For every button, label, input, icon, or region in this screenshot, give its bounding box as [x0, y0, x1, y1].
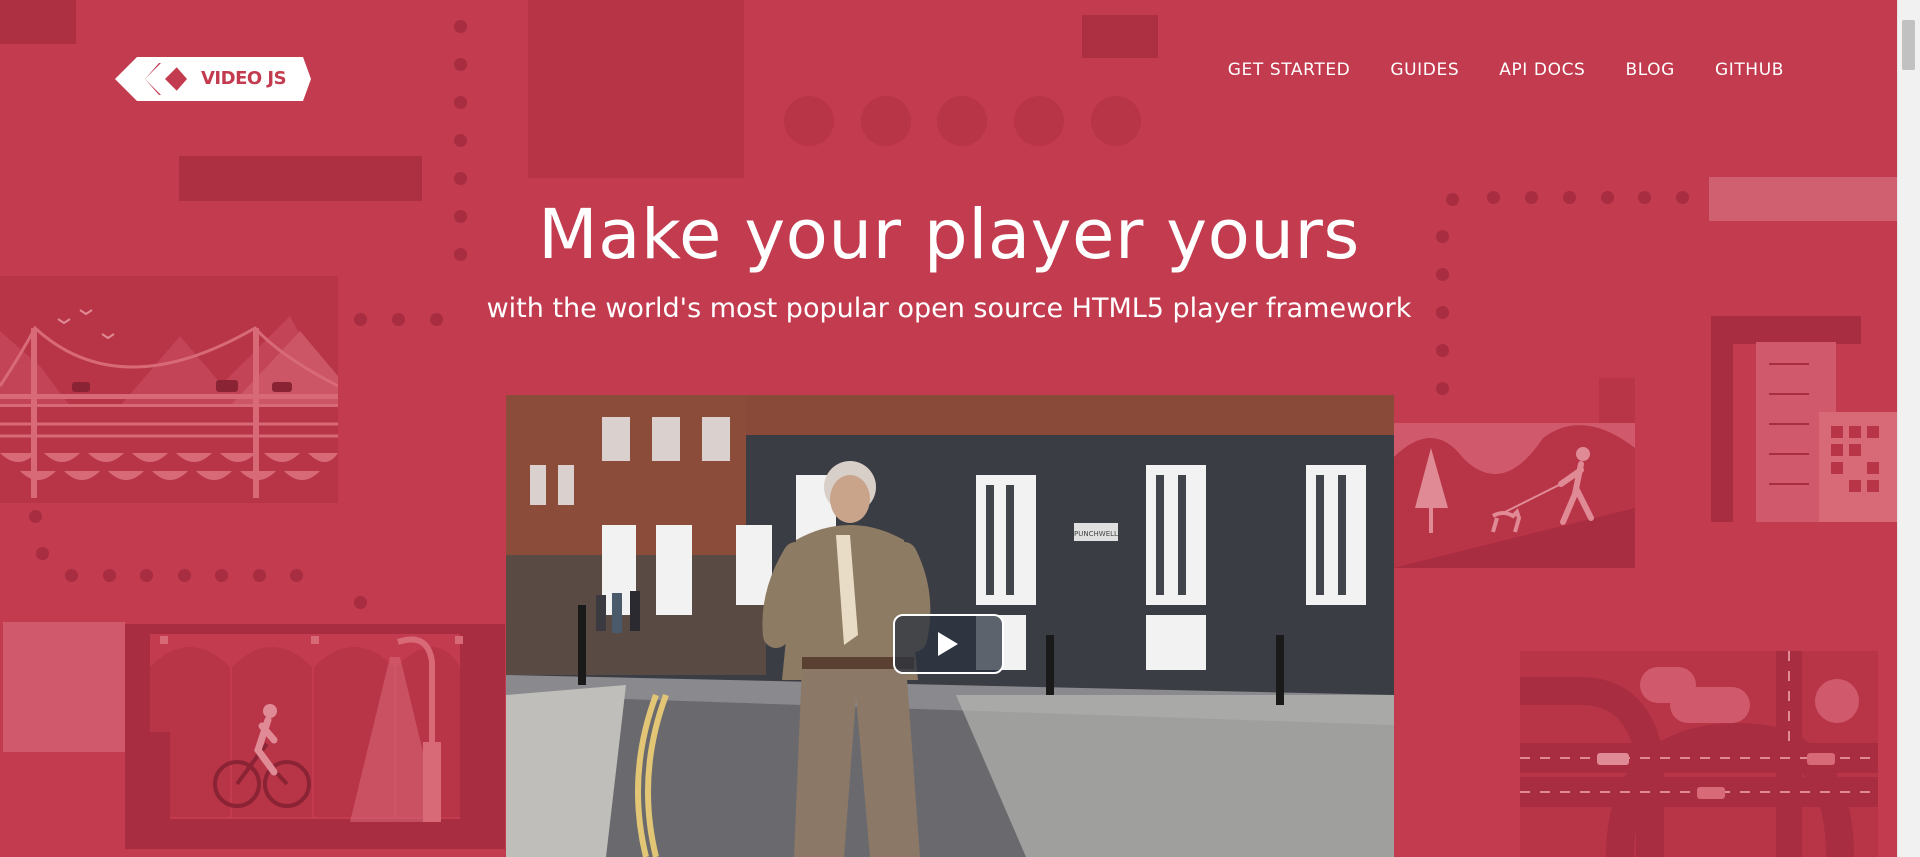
- road-illustration: [1520, 651, 1878, 857]
- nav-api-docs[interactable]: API DOCS: [1499, 60, 1585, 80]
- play-button[interactable]: [893, 614, 1004, 674]
- deco-circle: [1091, 96, 1141, 146]
- nav-get-started[interactable]: GET STARTED: [1228, 60, 1351, 80]
- deco-dot: [454, 172, 467, 185]
- hero-title: Make your player yours: [538, 195, 1360, 275]
- deco-circle: [1014, 96, 1064, 146]
- deco-dot: [454, 20, 467, 33]
- deco-dot: [140, 569, 153, 582]
- deco-dot: [36, 547, 49, 560]
- deco-dot: [290, 569, 303, 582]
- deco-circle: [861, 96, 911, 146]
- nav-github[interactable]: GITHUB: [1715, 60, 1784, 80]
- cyclist-illustration: [3, 622, 505, 849]
- deco-dot: [354, 596, 367, 609]
- deco-circle: [784, 96, 834, 146]
- street-sign: PUNCHWELL: [1074, 530, 1118, 538]
- deco-block: [1082, 15, 1158, 58]
- deco-dot: [454, 134, 467, 147]
- nav-blog[interactable]: BLOG: [1625, 60, 1674, 80]
- hero-subtitle: with the world's most popular open sourc…: [486, 293, 1412, 324]
- building-illustration: [1711, 316, 1898, 522]
- logo-text: VIDEO JS: [201, 68, 287, 89]
- main-nav: GET STARTED GUIDES API DOCS BLOG GITHUB: [1188, 60, 1784, 80]
- deco-block: [528, 0, 744, 178]
- play-icon: [938, 632, 958, 656]
- logo-link[interactable]: VIDEO JS: [115, 57, 311, 101]
- deco-dot: [215, 569, 228, 582]
- deco-dot: [178, 569, 191, 582]
- page: VIDEO JS GET STARTED GUIDES API DOCS BLO…: [0, 0, 1898, 857]
- scrollbar-thumb[interactable]: [1902, 20, 1915, 70]
- nav-guides[interactable]: GUIDES: [1390, 60, 1459, 80]
- deco-dot: [29, 510, 42, 523]
- deco-dot: [454, 58, 467, 71]
- deco-dot: [1436, 344, 1449, 357]
- deco-dot: [253, 569, 266, 582]
- deco-dot: [65, 569, 78, 582]
- deco-dot: [103, 569, 116, 582]
- dog-walker-illustration: [1393, 378, 1635, 568]
- page-scrollbar[interactable]: [1897, 0, 1920, 857]
- deco-block: [0, 0, 76, 44]
- deco-dot: [454, 96, 467, 109]
- deco-circle: [937, 96, 987, 146]
